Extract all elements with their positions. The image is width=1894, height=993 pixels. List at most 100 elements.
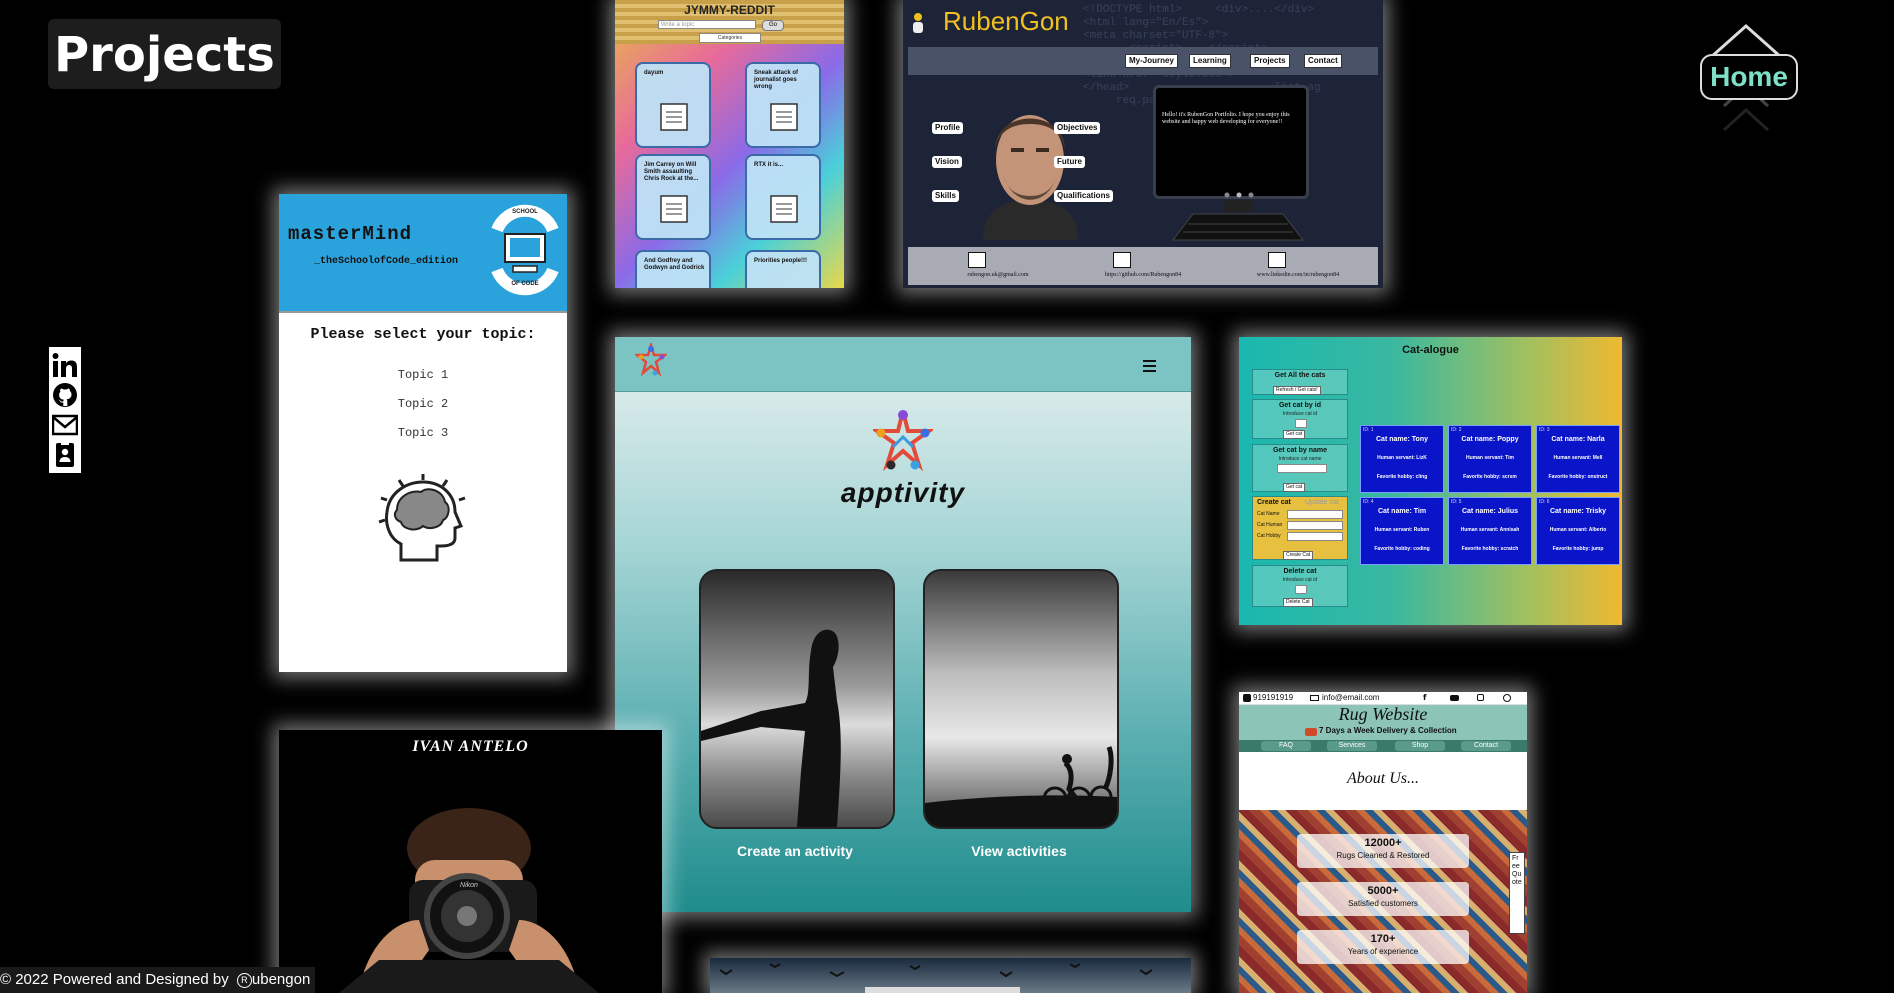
rug-nav-item[interactable]: Contact	[1461, 741, 1511, 751]
project-card-mastermind[interactable]: masterMind _theSchoolofCode_edition SCHO…	[279, 194, 567, 672]
linkedin-icon[interactable]	[1268, 252, 1286, 268]
instagram-icon[interactable]	[1477, 694, 1484, 701]
mastermind-topic-button[interactable]: Topic 1	[279, 368, 567, 382]
mastermind-title: masterMind	[288, 223, 413, 245]
rubengon-contact-text: www.linkedin.com/in/rubengon84	[1256, 272, 1340, 278]
jymmy-post-card[interactable]: RTX it is...	[745, 154, 821, 240]
email-icon[interactable]	[968, 252, 986, 268]
catalogue-field-input[interactable]	[1287, 532, 1343, 541]
youtube-icon[interactable]	[1450, 695, 1459, 701]
catalogue-panel-input[interactable]	[1295, 419, 1307, 428]
jymmy-title: JYMMY-REDDIT	[684, 3, 775, 17]
rug-stat-card: 5000+ Satisfied customers	[1297, 882, 1469, 916]
rug-nav-item[interactable]: FAQ	[1261, 741, 1311, 751]
mastermind-prompt: Please select your topic:	[310, 326, 536, 343]
jymmy-post-card[interactable]: Priorities people!!!	[745, 250, 821, 288]
jymmy-post-image-icon	[769, 190, 799, 224]
cat-card-name: Cat name: Poppy	[1461, 436, 1519, 443]
catalogue-field-label: Cat Name	[1257, 511, 1280, 517]
apptivity-nav-logo-icon[interactable]	[633, 340, 669, 381]
jymmy-post-title: Jim Carrey on Will Smith assaulting Chri…	[644, 162, 699, 182]
facebook-icon[interactable]: f	[1423, 693, 1426, 702]
rubengon-side-button[interactable]: Skills	[932, 190, 959, 202]
catalogue-panel-button[interactable]: Create Cat	[1283, 551, 1314, 560]
rubengon-nav-item[interactable]: Projects	[1250, 54, 1290, 68]
catalogue-panel: Get All the cats Refresh / Get cats!	[1252, 369, 1348, 395]
jymmy-post-card[interactable]: dayum	[635, 62, 711, 148]
rug-stat-card: 170+ Years of experience	[1297, 930, 1469, 964]
jymmy-categories-select[interactable]: Categories	[699, 33, 761, 43]
jymmy-post-card[interactable]: And Godfrey and Godwyn and Godrick	[635, 250, 711, 288]
create-activity-button[interactable]: Create an activity	[699, 843, 891, 859]
cat-card[interactable]: ID: 1 Cat name: Tony Human servant: LizK Fa…	[1360, 425, 1444, 493]
linkedin-icon[interactable]	[50, 350, 80, 380]
rubengon-side-button[interactable]: Qualifications	[1054, 190, 1113, 202]
rug-free-quote-tab[interactable]: Free Quote	[1509, 852, 1525, 934]
apptivity-navbar	[615, 337, 1191, 392]
catalogue-panel-button[interactable]: Get cat	[1283, 483, 1306, 492]
jymmy-go-button[interactable]: Go	[762, 20, 784, 31]
view-activities-image[interactable]	[923, 569, 1119, 829]
catalogue-panel-title: Get cat by id	[1278, 402, 1321, 409]
jymmy-post-image-icon	[659, 286, 689, 288]
catalogue-panel-title: Create cat	[1257, 499, 1291, 506]
jymmy-post-title: dayum	[644, 70, 664, 76]
catalogue-panel-button[interactable]: Refresh / Get cats!	[1273, 386, 1321, 395]
jymmy-search-input[interactable]: Write a topic	[658, 20, 756, 29]
rubengon-side-button[interactable]: Future	[1054, 156, 1085, 168]
catalogue-panel-title: Delete cat	[1283, 568, 1317, 575]
cat-card[interactable]: ID: 6 Cat name: Trisky Human servant: Albe…	[1536, 497, 1620, 565]
catalogue-panel-input[interactable]	[1295, 585, 1307, 594]
view-activities-button[interactable]: View activities	[923, 843, 1115, 859]
hamburger-menu-icon[interactable]	[1143, 357, 1157, 372]
project-card-catalogue[interactable]: Cat-alogue Get All the cats Refresh / Get…	[1239, 337, 1622, 625]
rubengon-side-button[interactable]: Vision	[932, 156, 962, 168]
jymmy-post-card[interactable]: Sneak attack of journalist goes wrong	[745, 62, 821, 148]
catalogue-panel-button[interactable]: Delete Cat	[1283, 598, 1313, 607]
cat-card-hobby: Favorite hobby: jump	[1552, 546, 1604, 552]
school-of-code-badge-bottom: OF CODE	[511, 281, 539, 287]
home-button[interactable]: Home	[1700, 54, 1798, 100]
github-icon[interactable]	[1113, 252, 1131, 268]
pinterest-icon[interactable]	[1503, 694, 1511, 702]
catalogue-panel-alt-tab[interactable]: Update cat	[1305, 499, 1339, 506]
footer-brand[interactable]: ubengon	[252, 971, 310, 988]
rug-nav-item[interactable]: Services	[1327, 741, 1377, 751]
cat-card[interactable]: ID: 4 Cat name: Tim Human servant: Ruben Fa…	[1360, 497, 1444, 565]
mastermind-topic-button[interactable]: Topic 2	[279, 397, 567, 411]
catalogue-field-input[interactable]	[1287, 521, 1343, 530]
project-card-jymmy-reddit[interactable]: JYMMY-REDDIT Write a topic Go Categories…	[615, 0, 844, 288]
project-card-rug-website[interactable]: 919191919 info@email.com f Rug Website 7…	[1239, 692, 1527, 993]
catalogue-panel: Create cat Update cat Cat Name Cat Human Cat…	[1252, 496, 1348, 560]
catalogue-panel-button[interactable]: Get cat	[1283, 430, 1306, 439]
home-nav[interactable]: Home	[1698, 22, 1800, 134]
contact-card-icon[interactable]	[50, 440, 80, 470]
create-activity-image[interactable]	[699, 569, 895, 829]
rubengon-nav-item[interactable]: Learning	[1189, 54, 1231, 68]
jymmy-post-image-icon	[659, 98, 689, 132]
project-card-rubengon[interactable]: <!DOCTYPE html> <div>....</div> <html la…	[903, 0, 1383, 288]
github-icon[interactable]	[50, 380, 80, 410]
catalogue-panel-input[interactable]	[1277, 464, 1327, 473]
cat-card[interactable]: ID: 2 Cat name: Poppy Human servant: Tim Fa…	[1448, 425, 1532, 493]
cat-card[interactable]: ID: 3 Cat name: Narla Human servant: Mell F…	[1536, 425, 1620, 493]
rubengon-side-button[interactable]: Objectives	[1054, 122, 1101, 134]
cat-card-id: ID: 2	[1451, 427, 1462, 433]
email-icon[interactable]	[50, 410, 80, 440]
rubengon-logo-icon	[911, 12, 923, 33]
cat-card-id: ID: 3	[1539, 427, 1550, 433]
catalogue-field-label: Cat Hobby	[1257, 533, 1281, 539]
rug-phone: 919191919	[1253, 693, 1294, 702]
rubengon-nav-item[interactable]: My-Journey	[1125, 54, 1178, 68]
rubengon-nav-item[interactable]: Contact	[1304, 54, 1342, 68]
catalogue-field-input[interactable]	[1287, 510, 1343, 519]
rug-nav-item[interactable]: Shop	[1395, 741, 1445, 751]
project-card-apptivity[interactable]: apptivity Create an activity View activi…	[615, 337, 1191, 912]
cat-card[interactable]: ID: 5 Cat name: Julius Human servant: Anni…	[1448, 497, 1532, 565]
jymmy-post-card[interactable]: Jim Carrey on Will Smith assaulting Chri…	[635, 154, 711, 240]
rubengon-side-button[interactable]: Profile	[932, 122, 963, 134]
jymmy-post-title: Sneak attack of journalist goes wrong	[754, 70, 799, 90]
mastermind-topic-button[interactable]: Topic 3	[279, 426, 567, 440]
project-card-ivan-antelo[interactable]: IVAN ANTELO Nikon	[279, 730, 662, 993]
project-card-sky-preview[interactable]	[710, 958, 1191, 993]
